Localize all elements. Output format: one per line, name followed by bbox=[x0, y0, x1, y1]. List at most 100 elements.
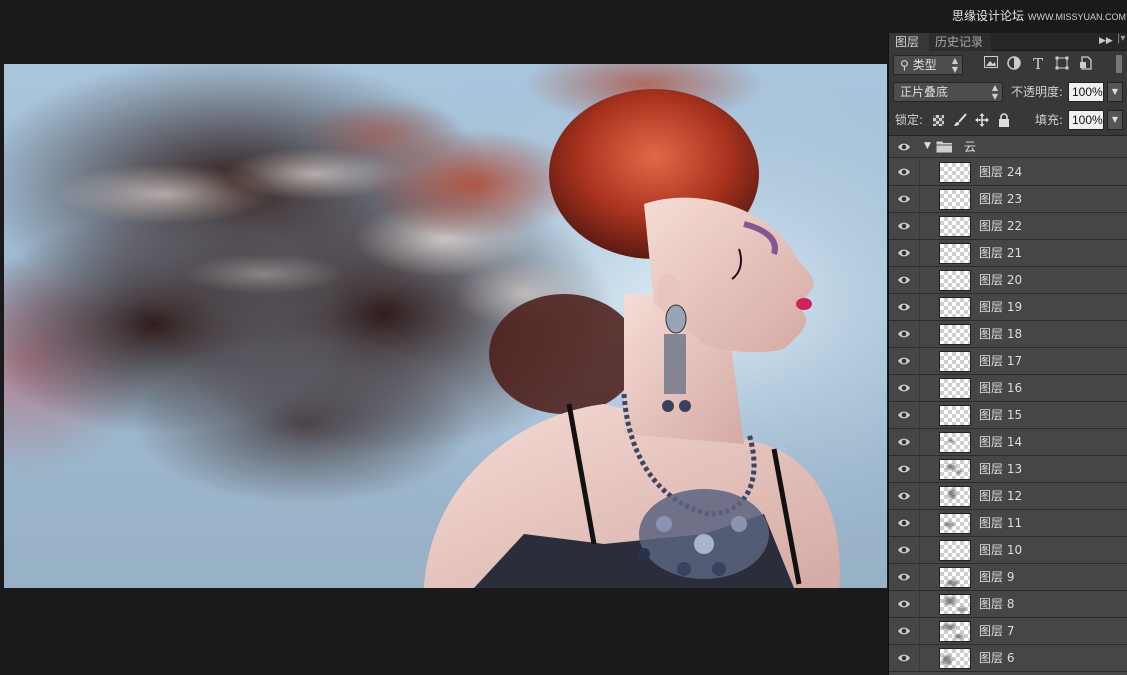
layer-thumbnail bbox=[939, 513, 971, 534]
eye-icon[interactable] bbox=[897, 140, 911, 154]
eye-icon[interactable] bbox=[897, 300, 911, 314]
lock-label: 锁定: bbox=[895, 113, 924, 127]
eye-icon[interactable] bbox=[897, 570, 911, 584]
fill-dropdown-button[interactable]: ▼ bbox=[1107, 110, 1123, 130]
layer-thumbnail bbox=[939, 324, 971, 345]
opacity-input[interactable]: 100% bbox=[1068, 82, 1104, 102]
layer-thumbnail bbox=[939, 162, 971, 183]
lock-all-icon[interactable] bbox=[997, 113, 1011, 127]
thumbnail-smudge bbox=[948, 489, 956, 499]
lock-position-icon[interactable] bbox=[975, 113, 989, 127]
blend-mode-select[interactable]: 正片叠底 ▲ ▼ bbox=[893, 82, 1003, 102]
eye-icon[interactable] bbox=[897, 624, 911, 638]
type-filter-icon[interactable]: T bbox=[1030, 56, 1046, 72]
layer-row[interactable]: 图层 11 bbox=[889, 510, 1127, 537]
eye-icon[interactable] bbox=[897, 516, 911, 530]
layer-name: 图层 7 bbox=[979, 624, 1015, 638]
layer-group-row[interactable]: ▼ 云 bbox=[889, 136, 1127, 158]
eye-icon[interactable] bbox=[897, 381, 911, 395]
layer-row[interactable]: 图层 7 bbox=[889, 618, 1127, 645]
eye-icon[interactable] bbox=[897, 462, 911, 476]
eye-icon[interactable] bbox=[897, 192, 911, 206]
lock-row: 锁定: 填充: 100% ▼ bbox=[889, 109, 1127, 133]
layers-panel: 图层 历史记录 ▶▶ |▾ ⚲ 类型 ▲ ▼ T 正片叠底 ▲ ▼ 不透明度: 1 bbox=[888, 33, 1127, 675]
eye-icon[interactable] bbox=[897, 543, 911, 557]
layer-row[interactable]: 图层 10 bbox=[889, 537, 1127, 564]
layer-name: 图层 22 bbox=[979, 219, 1023, 233]
separator bbox=[919, 267, 920, 293]
image-filter-icon[interactable] bbox=[983, 56, 999, 72]
eye-icon[interactable] bbox=[897, 327, 911, 341]
layer-name: 图层 24 bbox=[979, 165, 1023, 179]
layer-row[interactable]: 图层 14 bbox=[889, 429, 1127, 456]
fill-input[interactable]: 100% bbox=[1068, 110, 1104, 130]
layer-name: 图层 19 bbox=[979, 300, 1023, 314]
layer-thumbnail bbox=[939, 594, 971, 615]
layer-thumbnail bbox=[939, 297, 971, 318]
opacity-dropdown-button[interactable]: ▼ bbox=[1107, 82, 1123, 102]
tab-history[interactable]: 历史记录 bbox=[929, 33, 991, 51]
layer-name: 图层 6 bbox=[979, 651, 1015, 665]
layer-thumbnail bbox=[939, 270, 971, 291]
eye-icon[interactable] bbox=[897, 273, 911, 287]
layer-row[interactable]: 图层 12 bbox=[889, 483, 1127, 510]
layer-row[interactable]: 图层 23 bbox=[889, 186, 1127, 213]
layer-row[interactable]: 图层 19 bbox=[889, 294, 1127, 321]
layer-name: 图层 10 bbox=[979, 543, 1023, 557]
layer-row[interactable]: 图层 13 bbox=[889, 456, 1127, 483]
layer-thumbnail bbox=[939, 432, 971, 453]
layer-row[interactable]: 图层 6 bbox=[889, 645, 1127, 672]
layer-name: 图层 16 bbox=[979, 381, 1023, 395]
document-canvas[interactable] bbox=[4, 64, 887, 588]
eye-icon[interactable] bbox=[897, 597, 911, 611]
layer-thumbnail bbox=[939, 621, 971, 642]
eye-icon[interactable] bbox=[897, 219, 911, 233]
separator bbox=[919, 456, 920, 482]
watermark: 思缘设计论坛 WWW.MISSYUAN.COM bbox=[952, 7, 1126, 24]
thumbnail-smudge bbox=[944, 522, 954, 527]
filter-toggle-switch[interactable] bbox=[1116, 55, 1122, 73]
eye-icon[interactable] bbox=[897, 165, 911, 179]
fill-label: 填充: bbox=[1035, 113, 1064, 127]
expand-caret-icon[interactable]: ▼ bbox=[924, 141, 931, 151]
filter-row: ⚲ 类型 ▲ ▼ T bbox=[889, 52, 1127, 78]
eye-icon[interactable] bbox=[897, 408, 911, 422]
panel-options-icon[interactable]: |▾ bbox=[1117, 33, 1125, 44]
layer-row[interactable]: 图层 24 bbox=[889, 159, 1127, 186]
eye-icon[interactable] bbox=[897, 435, 911, 449]
layer-row[interactable]: 图层 22 bbox=[889, 213, 1127, 240]
eye-icon[interactable] bbox=[897, 489, 911, 503]
separator bbox=[919, 321, 920, 347]
panel-menu-icon[interactable]: ▶▶ bbox=[1099, 36, 1113, 46]
layer-row[interactable]: 图层 8 bbox=[889, 591, 1127, 618]
tab-layers[interactable]: 图层 bbox=[889, 33, 929, 51]
separator bbox=[919, 159, 920, 185]
eye-icon[interactable] bbox=[897, 354, 911, 368]
layer-row[interactable]: 图层 20 bbox=[889, 267, 1127, 294]
layer-row[interactable]: 图层 17 bbox=[889, 348, 1127, 375]
layer-row[interactable]: 图层 15 bbox=[889, 402, 1127, 429]
separator bbox=[919, 564, 920, 590]
lock-paint-icon[interactable] bbox=[953, 113, 967, 127]
thumbnail-smudge bbox=[944, 597, 956, 605]
adjustment-filter-icon[interactable] bbox=[1006, 56, 1022, 72]
layer-row[interactable]: 图层 16 bbox=[889, 375, 1127, 402]
layer-row[interactable]: 图层 9 bbox=[889, 564, 1127, 591]
layer-name: 图层 20 bbox=[979, 273, 1023, 287]
artwork-image bbox=[4, 64, 887, 588]
separator bbox=[919, 213, 920, 239]
separator bbox=[919, 294, 920, 320]
smart-object-filter-icon[interactable] bbox=[1078, 56, 1094, 72]
lock-pixels-icon[interactable] bbox=[933, 115, 944, 126]
filter-kind-select[interactable]: ⚲ 类型 ▲ ▼ bbox=[893, 55, 963, 75]
eye-icon[interactable] bbox=[897, 651, 911, 665]
separator bbox=[919, 645, 920, 671]
blend-mode-value: 正片叠底 bbox=[900, 85, 949, 99]
folder-icon bbox=[936, 141, 952, 153]
layer-name: 图层 21 bbox=[979, 246, 1023, 260]
shape-filter-icon[interactable] bbox=[1054, 56, 1070, 72]
layer-name: 图层 8 bbox=[979, 597, 1015, 611]
layer-row[interactable]: 图层 18 bbox=[889, 321, 1127, 348]
layer-row[interactable]: 图层 21 bbox=[889, 240, 1127, 267]
eye-icon[interactable] bbox=[897, 246, 911, 260]
